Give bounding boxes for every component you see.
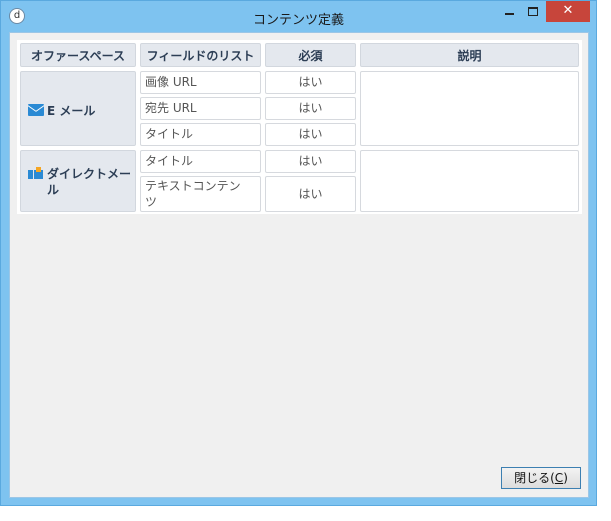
description-email[interactable] — [360, 71, 579, 146]
close-icon: ✕ — [562, 3, 574, 18]
close-button-accelerator: C — [554, 471, 564, 485]
dialog-content: オファースペース フィールドのリスト 必須 説明 E メール 画像 URL はい… — [9, 32, 589, 498]
offer-space-email[interactable]: E メール — [20, 71, 136, 146]
header-required: 必須 — [265, 43, 356, 67]
minimize-button[interactable] — [497, 1, 521, 22]
direct-mail-icon — [28, 167, 44, 180]
field-name[interactable]: タイトル — [140, 150, 261, 173]
field-required[interactable]: はい — [265, 97, 356, 120]
close-button-suffix: ) — [563, 471, 568, 485]
content-definition-table: オファースペース フィールドのリスト 必須 説明 E メール 画像 URL はい… — [17, 40, 582, 214]
field-required[interactable]: はい — [265, 71, 356, 94]
offer-space-direct-mail[interactable]: ダイレクトメール — [20, 150, 136, 212]
field-name[interactable]: タイトル — [140, 123, 261, 146]
field-required[interactable]: はい — [265, 150, 356, 173]
mail-icon — [28, 104, 44, 116]
maximize-icon — [528, 7, 538, 16]
minimize-icon — [505, 13, 514, 15]
offer-space-direct-mail-label: ダイレクトメール — [47, 167, 132, 197]
maximize-button[interactable] — [521, 1, 545, 22]
title-bar[interactable]: d コンテンツ定義 ✕ — [1, 1, 596, 33]
field-required[interactable]: はい — [265, 123, 356, 146]
header-field-list: フィールドのリスト — [140, 43, 261, 67]
offer-space-email-label: E メール — [47, 104, 96, 118]
header-offer-space: オファースペース — [20, 43, 136, 67]
field-name[interactable]: 画像 URL — [140, 71, 261, 94]
field-name[interactable]: テキストコンテンツ — [140, 176, 261, 212]
field-name[interactable]: 宛先 URL — [140, 97, 261, 120]
description-direct-mail[interactable] — [360, 150, 579, 212]
close-window-button[interactable]: ✕ — [546, 1, 590, 22]
close-button-label: 閉じる( — [514, 471, 555, 485]
field-required[interactable]: はい — [265, 176, 356, 212]
header-description: 説明 — [360, 43, 579, 67]
dialog-window: d コンテンツ定義 ✕ オファースペース フィールドのリスト 必須 説明 E メ… — [0, 0, 597, 506]
close-button[interactable]: 閉じる(C) — [501, 467, 581, 489]
